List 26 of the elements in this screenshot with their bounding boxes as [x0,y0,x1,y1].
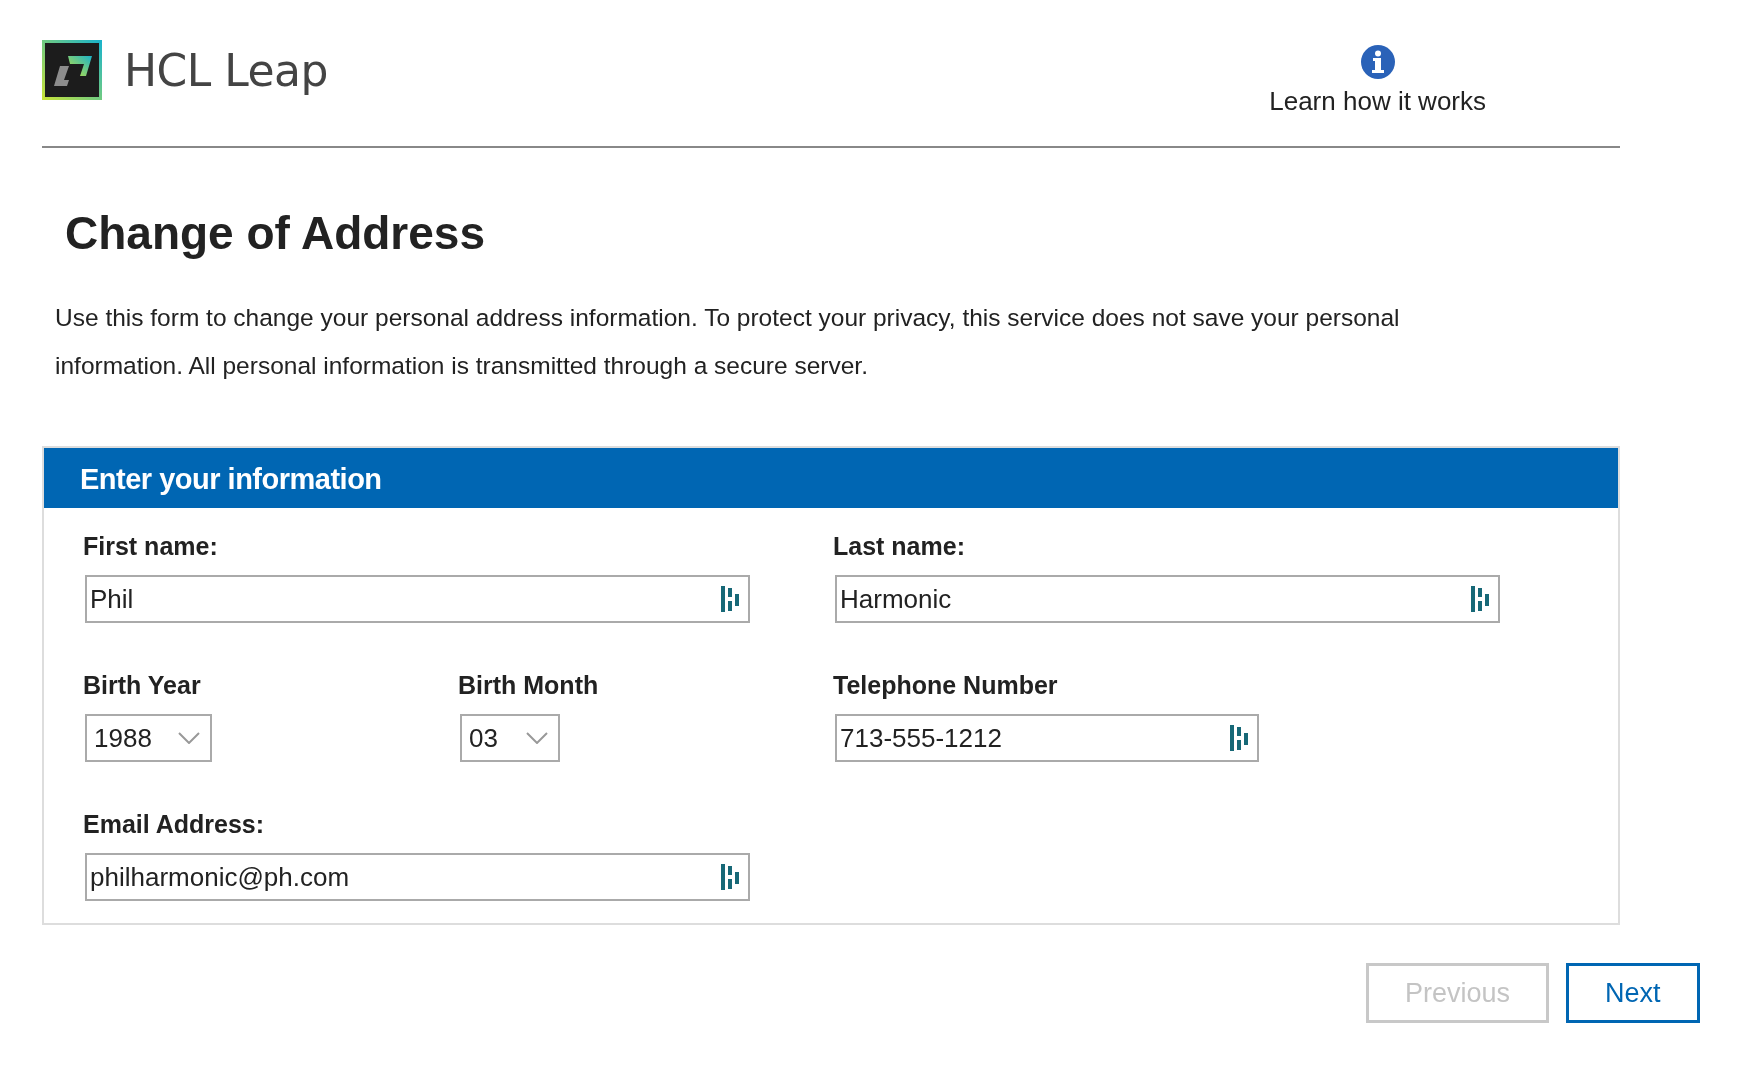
field-label: Birth Year [83,671,202,700]
logo-icon [42,40,102,100]
field-label: First name: [83,532,219,561]
bars-icon [1470,585,1490,613]
field-label: Email Address: [83,810,266,839]
learn-how-link[interactable]: Learn how it works [1269,44,1486,117]
input-field[interactable]: Phil [85,575,750,623]
bars-icon [720,585,740,613]
input-field[interactable]: Harmonic [835,575,1500,623]
chevron-down-icon [177,732,200,744]
field-label: Last name: [833,532,966,561]
brand-name: HCL Leap [124,44,328,96]
field-label: Birth Month [458,671,600,700]
bars-icon [720,863,740,891]
page-title: Change of Address [65,206,487,260]
info-icon [1359,44,1396,80]
bars-icon [1229,724,1249,752]
input-field[interactable]: 713-555-1212 [835,714,1259,762]
field-label: Telephone Number [833,671,1059,700]
chevron-down-icon [526,732,548,744]
dropdown[interactable]: 03 [460,714,560,762]
nav-button[interactable]: Next [1566,963,1700,1023]
dropdown[interactable]: 1988 [85,714,212,762]
input-field[interactable]: philharmonic@ph.com [85,853,750,901]
intro-paragraph: Use this form to change your personal address information. To protect your privacy, this service does not save your personal information. All personal information is transmitted through a secure server. [55,303,1401,381]
panel-header: Enter your information [44,448,1618,508]
